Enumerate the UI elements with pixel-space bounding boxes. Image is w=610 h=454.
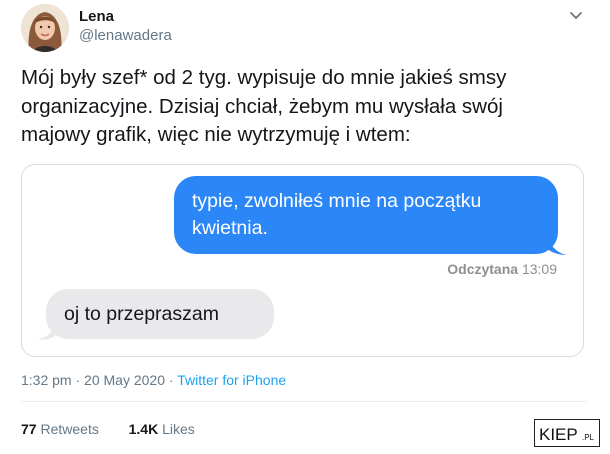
tweet-time[interactable]: 1:32 pm: [21, 372, 72, 388]
avatar[interactable]: [21, 4, 69, 52]
author-name[interactable]: Lena: [79, 8, 114, 25]
tweet-media-card[interactable]: typie, zwolniłeś mnie na początku kwietn…: [21, 164, 584, 357]
tweet-date[interactable]: 20 May 2020: [84, 372, 165, 388]
tweet-stats: 77 Retweets 1.4K Likes: [21, 421, 195, 437]
chevron-down-icon[interactable]: [566, 8, 586, 24]
svg-text:KIEP: KIEP: [539, 425, 578, 444]
tweet-view: Lena @lenawadera Mój były szef* od 2 tyg…: [0, 0, 610, 454]
likes-label: Likes: [162, 421, 195, 437]
tweet-timestamp: 1:32 pm · 20 May 2020 · Twitter for iPho…: [21, 372, 286, 388]
sent-message-bubble: typie, zwolniłeś mnie na początku kwietn…: [174, 176, 558, 254]
separator: ·: [75, 372, 81, 388]
divider: [21, 401, 587, 402]
retweets-label: Retweets: [40, 421, 99, 437]
read-time: 13:09: [521, 261, 557, 277]
received-message-bubble: oj to przepraszam: [46, 289, 274, 339]
sent-message-text: typie, zwolniłeś mnie na początku kwietn…: [192, 190, 482, 239]
tweet-text: Mój były szef* od 2 tyg. wypisuje do mni…: [21, 66, 507, 146]
svg-text:.PL: .PL: [582, 433, 595, 442]
read-receipt: Odczytana 13:09: [447, 261, 557, 277]
read-label: Odczytana: [447, 261, 519, 277]
tweet-source-link[interactable]: Twitter for iPhone: [177, 372, 286, 388]
received-message-text: oj to przepraszam: [64, 303, 219, 325]
retweets-stat[interactable]: 77 Retweets: [21, 421, 103, 437]
kiep-watermark-logo: KIEP .PL: [534, 419, 600, 447]
author-handle[interactable]: @lenawadera: [79, 27, 172, 44]
separator: ·: [168, 372, 174, 388]
retweets-count: 77: [21, 421, 37, 437]
likes-stat[interactable]: 1.4K Likes: [129, 421, 195, 437]
likes-count: 1.4K: [128, 421, 159, 437]
